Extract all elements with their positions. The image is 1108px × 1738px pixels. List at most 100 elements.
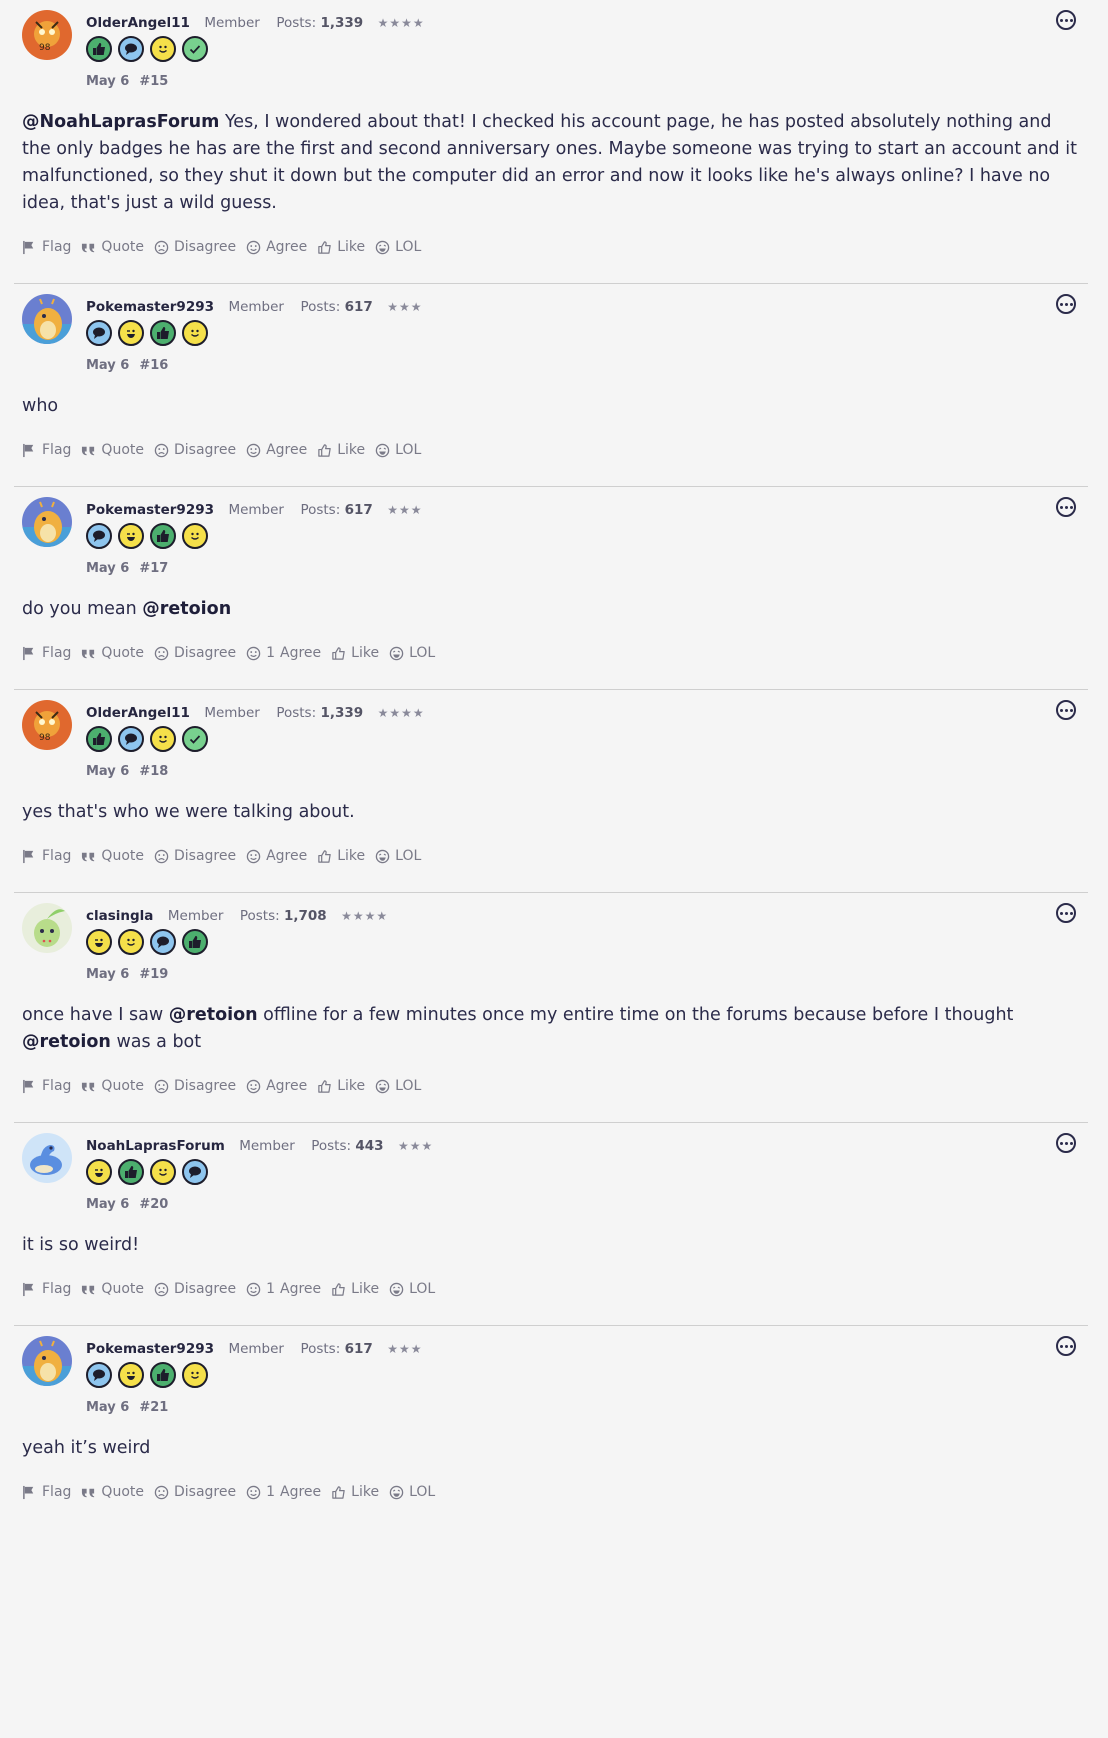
more-options-icon[interactable]	[1056, 294, 1076, 314]
quote-button[interactable]: Quote	[81, 1078, 144, 1094]
smile-badge-icon[interactable]	[182, 1362, 208, 1388]
flag-button[interactable]: Flag	[22, 1281, 71, 1297]
thumbs-up-badge-icon[interactable]	[150, 320, 176, 346]
more-options-icon[interactable]	[1056, 497, 1076, 517]
like-button[interactable]: Like	[317, 848, 365, 864]
wink-badge-icon[interactable]	[118, 320, 144, 346]
smile-badge-icon[interactable]	[150, 726, 176, 752]
lol-button[interactable]: LOL	[375, 442, 421, 458]
flag-button[interactable]: Flag	[22, 848, 71, 864]
post-number[interactable]: #15	[139, 74, 168, 89]
dragonite-avatar[interactable]	[22, 294, 72, 344]
agree-button[interactable]: 1 Agree	[246, 1484, 321, 1500]
flag-button[interactable]: Flag	[22, 1484, 71, 1500]
thumbs-up-badge-icon[interactable]	[86, 36, 112, 62]
post-number[interactable]: #21	[139, 1400, 168, 1415]
user-mention-link[interactable]: @retoion	[169, 1005, 258, 1025]
username-link[interactable]: clasingla	[86, 908, 153, 924]
disagree-button[interactable]: Disagree	[154, 442, 236, 458]
lapras-avatar[interactable]	[22, 1133, 72, 1183]
thumbs-up-badge-icon[interactable]	[86, 726, 112, 752]
thumbs-up-badge-icon[interactable]	[118, 1159, 144, 1185]
post-number[interactable]: #19	[139, 967, 168, 982]
like-button[interactable]: Like	[317, 442, 365, 458]
username-link[interactable]: Pokemaster9293	[86, 299, 214, 315]
agree-button[interactable]: Agree	[246, 848, 307, 864]
post-number[interactable]: #16	[139, 358, 168, 373]
post-number[interactable]: #17	[139, 561, 168, 576]
like-button[interactable]: Like	[331, 645, 379, 661]
chat-badge-icon[interactable]	[118, 726, 144, 752]
agree-button[interactable]: 1 Agree	[246, 1281, 321, 1297]
dragonite-avatar[interactable]	[22, 497, 72, 547]
username-link[interactable]: OlderAngel11	[86, 15, 190, 31]
post-date[interactable]: May 6	[86, 358, 129, 373]
quote-button[interactable]: Quote	[81, 442, 144, 458]
wink-badge-icon[interactable]	[118, 1362, 144, 1388]
chat-badge-icon[interactable]	[150, 929, 176, 955]
flag-button[interactable]: Flag	[22, 442, 71, 458]
quote-button[interactable]: Quote	[81, 645, 144, 661]
post-date[interactable]: May 6	[86, 561, 129, 576]
more-options-icon[interactable]	[1056, 903, 1076, 923]
thumbs-up-badge-icon[interactable]	[150, 1362, 176, 1388]
like-button[interactable]: Like	[317, 1078, 365, 1094]
flag-button[interactable]: Flag	[22, 1078, 71, 1094]
chikorita-avatar[interactable]	[22, 903, 72, 953]
quote-button[interactable]: Quote	[81, 239, 144, 255]
chat-badge-icon[interactable]	[86, 523, 112, 549]
wink-badge-icon[interactable]	[86, 1159, 112, 1185]
lol-button[interactable]: LOL	[389, 1281, 435, 1297]
post-date[interactable]: May 6	[86, 764, 129, 779]
lol-button[interactable]: LOL	[375, 848, 421, 864]
disagree-button[interactable]: Disagree	[154, 1078, 236, 1094]
like-button[interactable]: Like	[331, 1281, 379, 1297]
flag-button[interactable]: Flag	[22, 645, 71, 661]
wink-badge-icon[interactable]	[86, 929, 112, 955]
quote-button[interactable]: Quote	[81, 1484, 144, 1500]
agree-button[interactable]: Agree	[246, 1078, 307, 1094]
smile-badge-icon[interactable]	[150, 36, 176, 62]
smile-badge-icon[interactable]	[182, 523, 208, 549]
agree-button[interactable]: Agree	[246, 239, 307, 255]
post-number[interactable]: #18	[139, 764, 168, 779]
post-date[interactable]: May 6	[86, 1400, 129, 1415]
username-link[interactable]: Pokemaster9293	[86, 1341, 214, 1357]
user-mention-link[interactable]: @retoion	[22, 1032, 111, 1052]
post-date[interactable]: May 6	[86, 74, 129, 89]
post-number[interactable]: #20	[139, 1197, 168, 1212]
quote-button[interactable]: Quote	[81, 1281, 144, 1297]
lol-button[interactable]: LOL	[389, 1484, 435, 1500]
thumbs-up-badge-icon[interactable]	[150, 523, 176, 549]
disagree-button[interactable]: Disagree	[154, 848, 236, 864]
chat-badge-icon[interactable]	[118, 36, 144, 62]
chat-badge-icon[interactable]	[86, 1362, 112, 1388]
more-options-icon[interactable]	[1056, 700, 1076, 720]
disagree-button[interactable]: Disagree	[154, 645, 236, 661]
like-button[interactable]: Like	[331, 1484, 379, 1500]
user-mention-link[interactable]: @NoahLaprasForum	[22, 112, 219, 132]
disagree-button[interactable]: Disagree	[154, 1484, 236, 1500]
post-date[interactable]: May 6	[86, 967, 129, 982]
fire-pokemon-avatar[interactable]: 98	[22, 10, 72, 60]
username-link[interactable]: Pokemaster9293	[86, 502, 214, 518]
username-link[interactable]: NoahLaprasForum	[86, 1138, 225, 1154]
agree-button[interactable]: 1 Agree	[246, 645, 321, 661]
quote-button[interactable]: Quote	[81, 848, 144, 864]
chat-badge-icon[interactable]	[182, 1159, 208, 1185]
like-button[interactable]: Like	[317, 239, 365, 255]
smile-badge-icon[interactable]	[182, 320, 208, 346]
flag-button[interactable]: Flag	[22, 239, 71, 255]
disagree-button[interactable]: Disagree	[154, 239, 236, 255]
check-badge-icon[interactable]	[182, 36, 208, 62]
agree-button[interactable]: Agree	[246, 442, 307, 458]
smile-badge-icon[interactable]	[118, 929, 144, 955]
chat-badge-icon[interactable]	[86, 320, 112, 346]
smile-badge-icon[interactable]	[150, 1159, 176, 1185]
more-options-icon[interactable]	[1056, 1133, 1076, 1153]
user-mention-link[interactable]: @retoion	[142, 599, 231, 619]
lol-button[interactable]: LOL	[389, 645, 435, 661]
more-options-icon[interactable]	[1056, 1336, 1076, 1356]
fire-pokemon-avatar[interactable]: 98	[22, 700, 72, 750]
lol-button[interactable]: LOL	[375, 239, 421, 255]
